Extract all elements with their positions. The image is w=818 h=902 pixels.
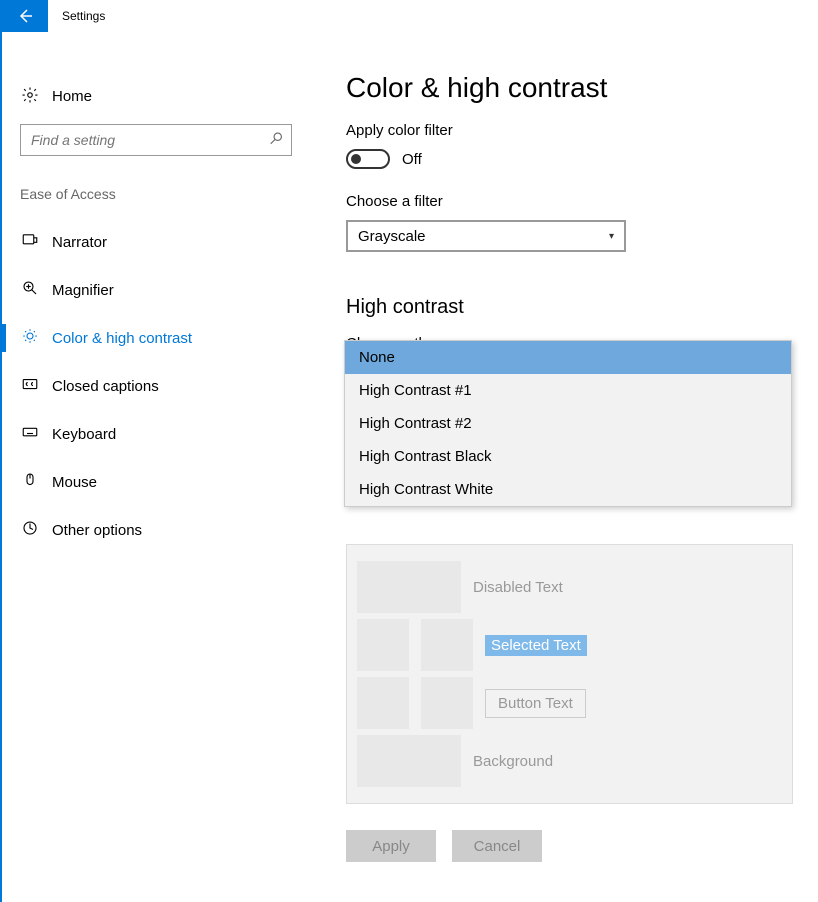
preview-button-label: Button Text — [485, 689, 586, 718]
theme-preview-panel: Disabled Text Selected Text Button Text … — [346, 544, 793, 804]
filter-select[interactable]: Grayscale ▾ — [346, 220, 626, 252]
preview-disabled-label: Disabled Text — [473, 579, 563, 596]
apply-button[interactable]: Apply — [346, 830, 436, 862]
cc-icon — [20, 375, 40, 398]
sidebar-item-label: Closed captions — [52, 378, 159, 395]
sidebar-item-color-high-contrast[interactable]: Color & high contrast — [2, 314, 310, 362]
sidebar-item-label: Color & high contrast — [52, 330, 192, 347]
sidebar: Home Ease of Access Narrator Magnifier C… — [2, 32, 310, 902]
sidebar-home[interactable]: Home — [2, 76, 310, 116]
cancel-button[interactable]: Cancel — [452, 830, 542, 862]
color-swatch[interactable] — [421, 677, 473, 729]
sidebar-item-label: Keyboard — [52, 426, 116, 443]
sidebar-item-mouse[interactable]: Mouse — [2, 458, 310, 506]
sidebar-home-label: Home — [52, 88, 92, 105]
sidebar-item-other-options[interactable]: Other options — [2, 506, 310, 554]
color-swatch[interactable] — [357, 735, 461, 787]
dropdown-item[interactable]: High Contrast #1 — [345, 374, 791, 407]
dropdown-item[interactable]: High Contrast White — [345, 473, 791, 506]
high-contrast-heading: High contrast — [346, 296, 818, 319]
sidebar-item-label: Narrator — [52, 234, 107, 251]
apply-filter-label: Apply color filter — [346, 122, 818, 139]
dropdown-item[interactable]: High Contrast Black — [345, 440, 791, 473]
window-title: Settings — [62, 9, 105, 23]
narrator-icon — [20, 231, 40, 254]
keyboard-icon — [20, 423, 40, 446]
chevron-down-icon: ▾ — [609, 231, 614, 242]
sidebar-item-label: Other options — [52, 522, 142, 539]
sidebar-item-label: Magnifier — [52, 282, 114, 299]
preview-row-button: Button Text — [357, 677, 782, 729]
color-swatch[interactable] — [357, 619, 409, 671]
color-swatch[interactable] — [357, 561, 461, 613]
toggle-thumb — [351, 154, 361, 164]
sidebar-item-label: Mouse — [52, 474, 97, 491]
sidebar-item-keyboard[interactable]: Keyboard — [2, 410, 310, 458]
choose-filter-label: Choose a filter — [346, 193, 818, 210]
gear-icon — [20, 86, 40, 107]
toggle-state-label: Off — [402, 151, 422, 168]
search-wrap — [2, 124, 310, 156]
color-filter-toggle-row: Off — [346, 149, 818, 169]
color-filter-toggle[interactable] — [346, 149, 390, 169]
preview-row-disabled: Disabled Text — [357, 561, 782, 613]
sidebar-item-magnifier[interactable]: Magnifier — [2, 266, 310, 314]
color-swatch[interactable] — [357, 677, 409, 729]
sidebar-category: Ease of Access — [2, 186, 310, 202]
preview-selected-label: Selected Text — [485, 635, 587, 656]
search-box[interactable] — [20, 124, 292, 156]
back-button[interactable] — [2, 0, 48, 32]
search-icon — [269, 132, 283, 149]
action-row: Apply Cancel — [346, 830, 818, 862]
arrow-left-icon — [17, 8, 33, 24]
theme-dropdown[interactable]: None High Contrast #1 High Contrast #2 H… — [344, 340, 792, 507]
titlebar: Settings — [0, 0, 818, 32]
dropdown-item[interactable]: High Contrast #2 — [345, 407, 791, 440]
page-title: Color & high contrast — [346, 72, 818, 104]
preview-row-background: Background — [357, 735, 782, 787]
search-input[interactable] — [21, 132, 291, 148]
preview-background-label: Background — [473, 753, 553, 770]
brightness-icon — [20, 327, 40, 350]
filter-selected-value: Grayscale — [358, 228, 426, 245]
color-swatch[interactable] — [421, 619, 473, 671]
sidebar-item-closed-captions[interactable]: Closed captions — [2, 362, 310, 410]
preview-row-selected: Selected Text — [357, 619, 782, 671]
dropdown-item[interactable]: None — [345, 341, 791, 374]
other-icon — [20, 519, 40, 542]
sidebar-item-narrator[interactable]: Narrator — [2, 218, 310, 266]
mouse-icon — [20, 471, 40, 494]
magnifier-icon — [20, 279, 40, 302]
